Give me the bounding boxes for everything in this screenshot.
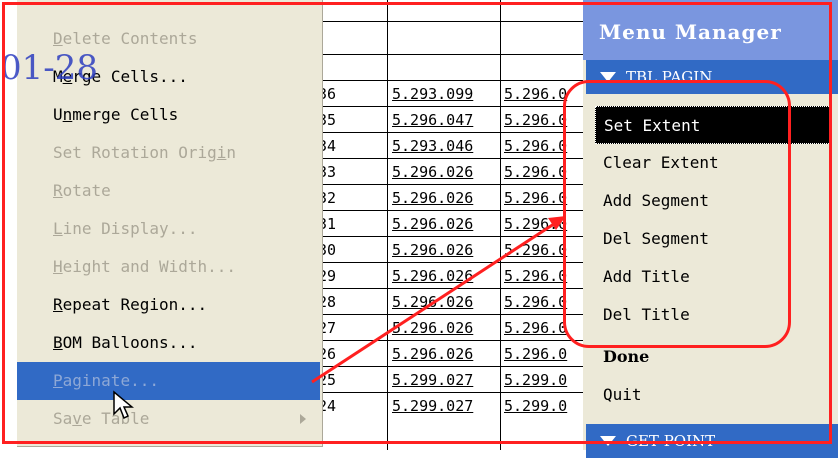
- table-cell: 5.296.026: [392, 319, 474, 337]
- section-tbl-pagin[interactable]: TBL PAGIN: [586, 60, 838, 94]
- menu-item-save-table[interactable]: Save Table: [17, 400, 320, 438]
- menu-item-label: Set Rotation Origin: [53, 143, 237, 162]
- menu-manager-item-del-segment[interactable]: Del Segment: [595, 220, 835, 258]
- table-cell: 5.296.026: [392, 293, 474, 311]
- menu-manager-item-clear-extent[interactable]: Clear Extent: [595, 144, 835, 182]
- menu-item-rotate[interactable]: Rotate: [17, 172, 320, 210]
- table-cell: 30: [318, 241, 337, 259]
- table-row: 24 5.299.027 5.299.0: [318, 392, 586, 419]
- table-cell: 5.296.026: [392, 345, 474, 363]
- menu-item-label: Repeat Region...: [53, 295, 208, 314]
- table-cell: 35: [318, 111, 337, 129]
- section-label: GET POINT: [626, 432, 716, 450]
- table-row: 33 5.296.026 5.296.0: [318, 158, 586, 185]
- menu-manager-panel: Menu Manager TBL PAGIN Set Extent Clear E…: [583, 0, 838, 458]
- menu-item-repeat-region[interactable]: Repeat Region...: [17, 286, 320, 324]
- menu-item-paginate[interactable]: Paginate...: [17, 362, 320, 400]
- table-cell: 5.296.0: [504, 345, 568, 363]
- table-cell: 5.293.099: [392, 85, 474, 103]
- table-cell: 5.293.046: [392, 137, 474, 155]
- table-cell: 5.296.0: [504, 189, 568, 207]
- menu-item-line-display[interactable]: Line Display...: [17, 210, 320, 248]
- table-cell: 5.296.0: [504, 267, 568, 285]
- menu-item-label: Save Table: [53, 409, 150, 428]
- table-row: 27 5.296.026 5.296.0: [318, 314, 586, 341]
- menu-item-label: Delete Contents: [53, 29, 198, 48]
- table-cell: 31: [318, 215, 337, 233]
- menu-manager-item-add-segment[interactable]: Add Segment: [595, 182, 835, 220]
- table-cell: 5.296.0: [504, 293, 568, 311]
- done-button[interactable]: Done: [595, 338, 835, 376]
- table-row: 32 5.296.026 5.296.0: [318, 184, 586, 211]
- table-cell: 5.296.0: [504, 163, 568, 181]
- table-cell: 5.296.0: [504, 111, 568, 129]
- table-cell: 28: [318, 293, 337, 311]
- table-row: 34 5.293.046 5.296.0: [318, 132, 586, 159]
- table-cell: 5.299.027: [392, 397, 474, 415]
- table-cell: 26: [318, 345, 337, 363]
- table-row: 36 5.293.099 5.296.0: [318, 80, 586, 107]
- section-get-point[interactable]: GET POINT: [586, 424, 838, 458]
- table-row: [318, 21, 586, 48]
- table-cell: 5.296.026: [392, 215, 474, 233]
- menu-item-set-rotation-origin[interactable]: Set Rotation Origin: [17, 134, 320, 172]
- table-cell: 5.299.027: [392, 371, 474, 389]
- table-cell: 5.296.026: [392, 163, 474, 181]
- menu-item-label: Line Display...: [53, 219, 198, 238]
- menu-item-label: BOM Balloons...: [53, 333, 198, 352]
- table-cell: 32: [318, 189, 337, 207]
- triangle-down-icon: [600, 72, 616, 82]
- table-cell: 5.299.0: [504, 397, 568, 415]
- menu-item-label: Unmerge Cells: [53, 105, 179, 124]
- table-cell: 34: [318, 137, 337, 155]
- table-row: [318, 54, 586, 81]
- mouse-pointer-icon: [113, 390, 134, 420]
- table-cell: 33: [318, 163, 337, 181]
- table-row: 28 5.296.026 5.296.0: [318, 288, 586, 315]
- table-cell: 29: [318, 267, 337, 285]
- chevron-right-icon: [300, 414, 306, 424]
- table-row: 31 5.296.026 5.296.0: [318, 210, 586, 237]
- table-cell: 25: [318, 371, 337, 389]
- menu-item-height-and-width[interactable]: Height and Width...: [17, 248, 320, 286]
- section-label: TBL PAGIN: [626, 68, 713, 86]
- menu-item-label: Paginate...: [53, 371, 159, 390]
- menu-item-label: Height and Width...: [53, 257, 237, 276]
- table-row: 29 5.296.026 5.296.0: [318, 262, 586, 289]
- table-cell: 27: [318, 319, 337, 337]
- table-cell: 5.296.047: [392, 111, 474, 129]
- table-cell: 5.296.0: [504, 319, 568, 337]
- table-cell: 5.296.0: [504, 85, 568, 103]
- table-cell: 24: [318, 397, 337, 415]
- table-cell: 5.296.026: [392, 241, 474, 259]
- table-row: 25 5.299.027 5.299.0: [318, 366, 586, 393]
- drawing-table: 36 5.293.099 5.296.0 35 5.296.047 5.296.0 34 5.…: [318, 0, 586, 450]
- menu-item-unmerge-cells[interactable]: Unmerge Cells: [17, 96, 320, 134]
- table-cell: 5.296.026: [392, 267, 474, 285]
- triangle-down-icon: [600, 436, 616, 446]
- table-cell: 5.296.0: [504, 137, 568, 155]
- quit-button[interactable]: Quit: [595, 376, 835, 414]
- menu-manager-item-set-extent[interactable]: Set Extent: [595, 106, 831, 144]
- table-row: 30 5.296.026 5.296.0: [318, 236, 586, 263]
- menu-item-label: Rotate: [53, 181, 111, 200]
- menu-manager-item-add-title[interactable]: Add Title: [595, 258, 835, 296]
- table-cell: 5.296.026: [392, 189, 474, 207]
- table-row: 35 5.296.047 5.296.0: [318, 106, 586, 133]
- page-tag: 01-28: [0, 48, 99, 88]
- table-cell: 5.299.0: [504, 371, 568, 389]
- menu-manager-title: Menu Manager: [583, 0, 838, 60]
- menu-item-bom-balloons[interactable]: BOM Balloons...: [17, 324, 320, 362]
- table-row: 26 5.296.026 5.296.0: [318, 340, 586, 367]
- table-cell: 36: [318, 85, 337, 103]
- table-cell: 5.296.0: [504, 215, 568, 233]
- table-cell: 5.296.0: [504, 241, 568, 259]
- menu-manager-item-del-title[interactable]: Del Title: [595, 296, 835, 334]
